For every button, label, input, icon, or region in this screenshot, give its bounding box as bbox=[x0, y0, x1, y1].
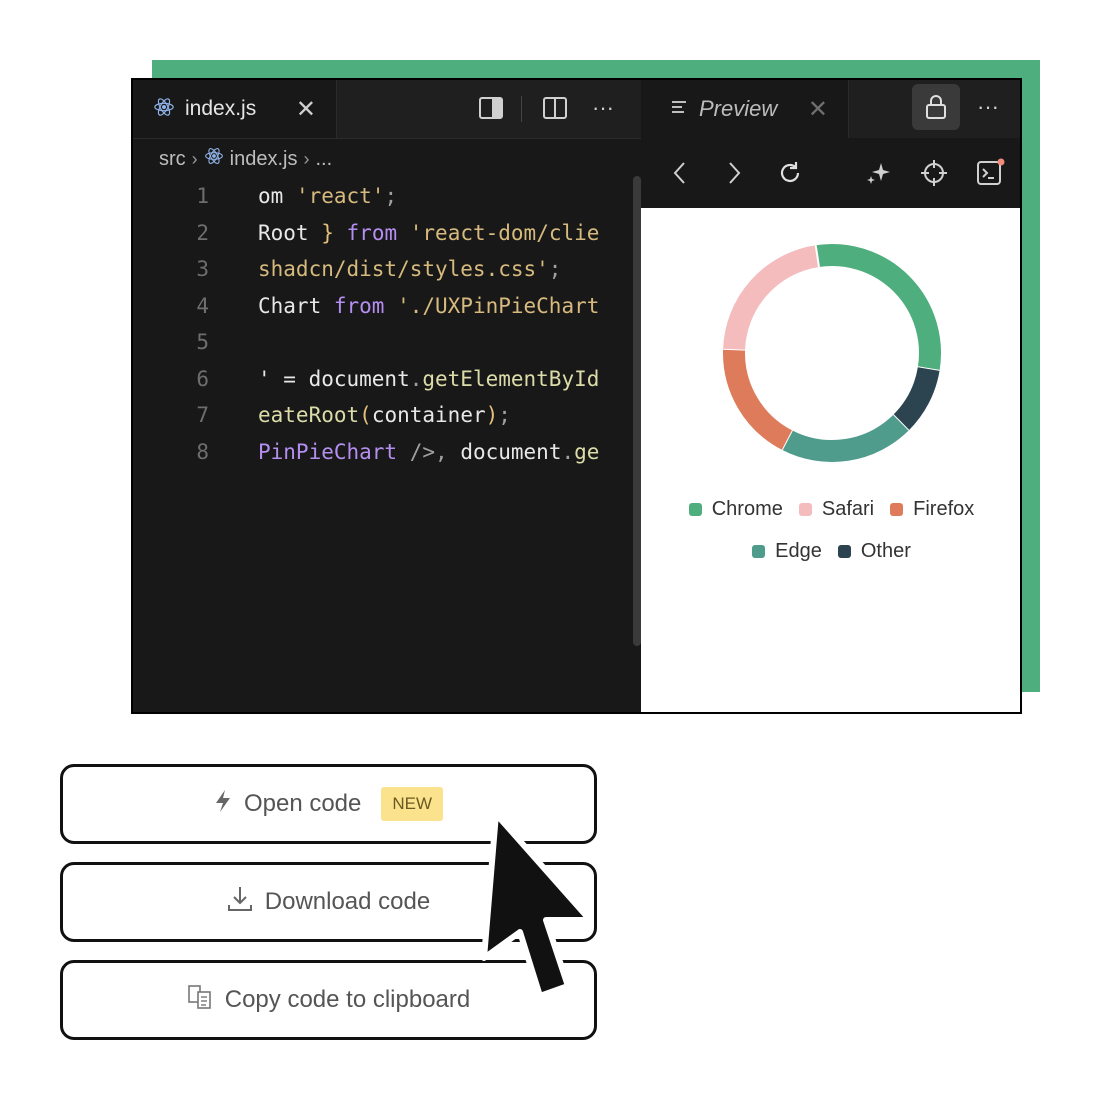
lock-icon bbox=[926, 95, 946, 119]
new-badge: NEW bbox=[381, 787, 444, 821]
code-text: Chart from './UXPinPieChart bbox=[258, 293, 600, 318]
close-icon[interactable]: ✕ bbox=[296, 95, 316, 124]
editor-tab-bar: index.js ✕ ··· bbox=[133, 80, 641, 139]
breadcrumb-file[interactable]: index.js bbox=[230, 148, 298, 171]
legend-swatch bbox=[688, 503, 702, 516]
back-icon[interactable] bbox=[663, 156, 697, 190]
legend-item-other[interactable]: Other bbox=[837, 540, 911, 563]
line-number: 2 bbox=[196, 220, 209, 245]
legend-label: Safari bbox=[821, 498, 875, 520]
code-editor[interactable]: 1 om 'react'; 2 Root } from 'react-dom/clie… bbox=[133, 178, 641, 578]
legend-item-firefox[interactable]: Firefox bbox=[890, 498, 974, 521]
code-text: Root } from 'react-dom/clie bbox=[258, 220, 600, 245]
lock-button[interactable] bbox=[912, 84, 960, 130]
breadcrumb-more[interactable]: ... bbox=[315, 148, 332, 171]
code-text: PinPieChart />, document.ge bbox=[258, 439, 600, 464]
divider bbox=[521, 96, 522, 122]
tab-index-js[interactable]: index.js ✕ bbox=[133, 80, 337, 138]
preview-tab-label: Preview bbox=[699, 96, 778, 121]
preview-toolbar bbox=[641, 138, 1020, 208]
close-icon[interactable]: ✕ bbox=[808, 95, 828, 124]
code-text: ' = document.getElementById bbox=[258, 366, 600, 391]
legend-swatch bbox=[798, 503, 812, 516]
legend-swatch bbox=[837, 545, 851, 558]
reload-icon[interactable] bbox=[773, 156, 807, 190]
split-editor-icon[interactable] bbox=[541, 94, 569, 122]
donut-slice-chrome[interactable] bbox=[815, 244, 941, 371]
line-number: 3 bbox=[196, 257, 209, 281]
code-text: om 'react'; bbox=[258, 184, 398, 208]
donut-chart bbox=[723, 244, 941, 462]
preview-icon bbox=[671, 99, 687, 120]
target-icon[interactable] bbox=[917, 156, 951, 190]
legend-item-safari[interactable]: Safari bbox=[798, 498, 875, 521]
preview-pane: Chrome Safari Firefox Edge Other bbox=[641, 208, 1020, 712]
tab-label: index.js bbox=[185, 97, 257, 120]
more-icon[interactable]: ··· bbox=[589, 94, 617, 122]
more-icon[interactable]: ··· bbox=[971, 94, 1005, 122]
breadcrumb: src › index.js › ... bbox=[159, 146, 332, 172]
line-number: 8 bbox=[196, 439, 209, 464]
line-number: 7 bbox=[196, 403, 209, 427]
code-text: shadcn/dist/styles.css'; bbox=[258, 257, 562, 281]
line-number: 4 bbox=[196, 293, 209, 318]
chevron-right-icon: › bbox=[303, 148, 310, 169]
donut-slice-firefox[interactable] bbox=[723, 348, 793, 450]
preview-tab-bar: Preview ✕ ··· bbox=[641, 80, 1020, 139]
donut-slice-edge[interactable] bbox=[781, 414, 909, 462]
donut-slice-other[interactable] bbox=[892, 366, 940, 431]
legend-swatch bbox=[752, 545, 766, 558]
code-preview-window: index.js ✕ ··· src › index.js › ... 1 om … bbox=[131, 78, 1022, 714]
legend-label: Chrome bbox=[711, 498, 783, 520]
legend-swatch bbox=[890, 503, 904, 516]
legend-label: Firefox bbox=[913, 498, 975, 520]
forward-icon[interactable] bbox=[717, 156, 751, 190]
copy-code-label: Copy code to clipboard bbox=[224, 986, 471, 1013]
line-number: 5 bbox=[196, 330, 209, 354]
tab-preview[interactable]: Preview ✕ bbox=[641, 80, 849, 138]
lightning-icon bbox=[214, 789, 232, 820]
clipboard-icon bbox=[187, 984, 213, 1017]
legend-item-edge[interactable]: Edge bbox=[752, 540, 822, 563]
download-icon bbox=[227, 885, 253, 920]
react-icon bbox=[153, 96, 175, 123]
editor-scrollbar[interactable] bbox=[633, 176, 641, 646]
open-code-label: Open code bbox=[243, 790, 362, 817]
legend-item-chrome[interactable]: Chrome bbox=[688, 498, 783, 521]
breadcrumb-src[interactable]: src bbox=[159, 148, 186, 171]
sparkle-icon[interactable] bbox=[861, 156, 895, 190]
chevron-right-icon: › bbox=[191, 148, 198, 169]
donut-slice-safari[interactable] bbox=[723, 245, 820, 350]
legend-label: Other bbox=[860, 540, 911, 562]
code-text: eateRoot(container); bbox=[258, 403, 511, 427]
chart-legend: Chrome Safari Firefox bbox=[641, 498, 1020, 521]
chart-legend: Edge Other bbox=[641, 540, 1020, 563]
mouse-cursor-icon bbox=[481, 811, 593, 999]
terminal-icon[interactable] bbox=[973, 156, 1007, 190]
split-panel-icon[interactable] bbox=[477, 94, 505, 122]
legend-label: Edge bbox=[775, 540, 822, 562]
react-icon bbox=[204, 146, 224, 172]
line-number: 6 bbox=[196, 366, 209, 391]
line-number: 1 bbox=[196, 184, 209, 208]
download-code-label: Download code bbox=[264, 888, 431, 915]
